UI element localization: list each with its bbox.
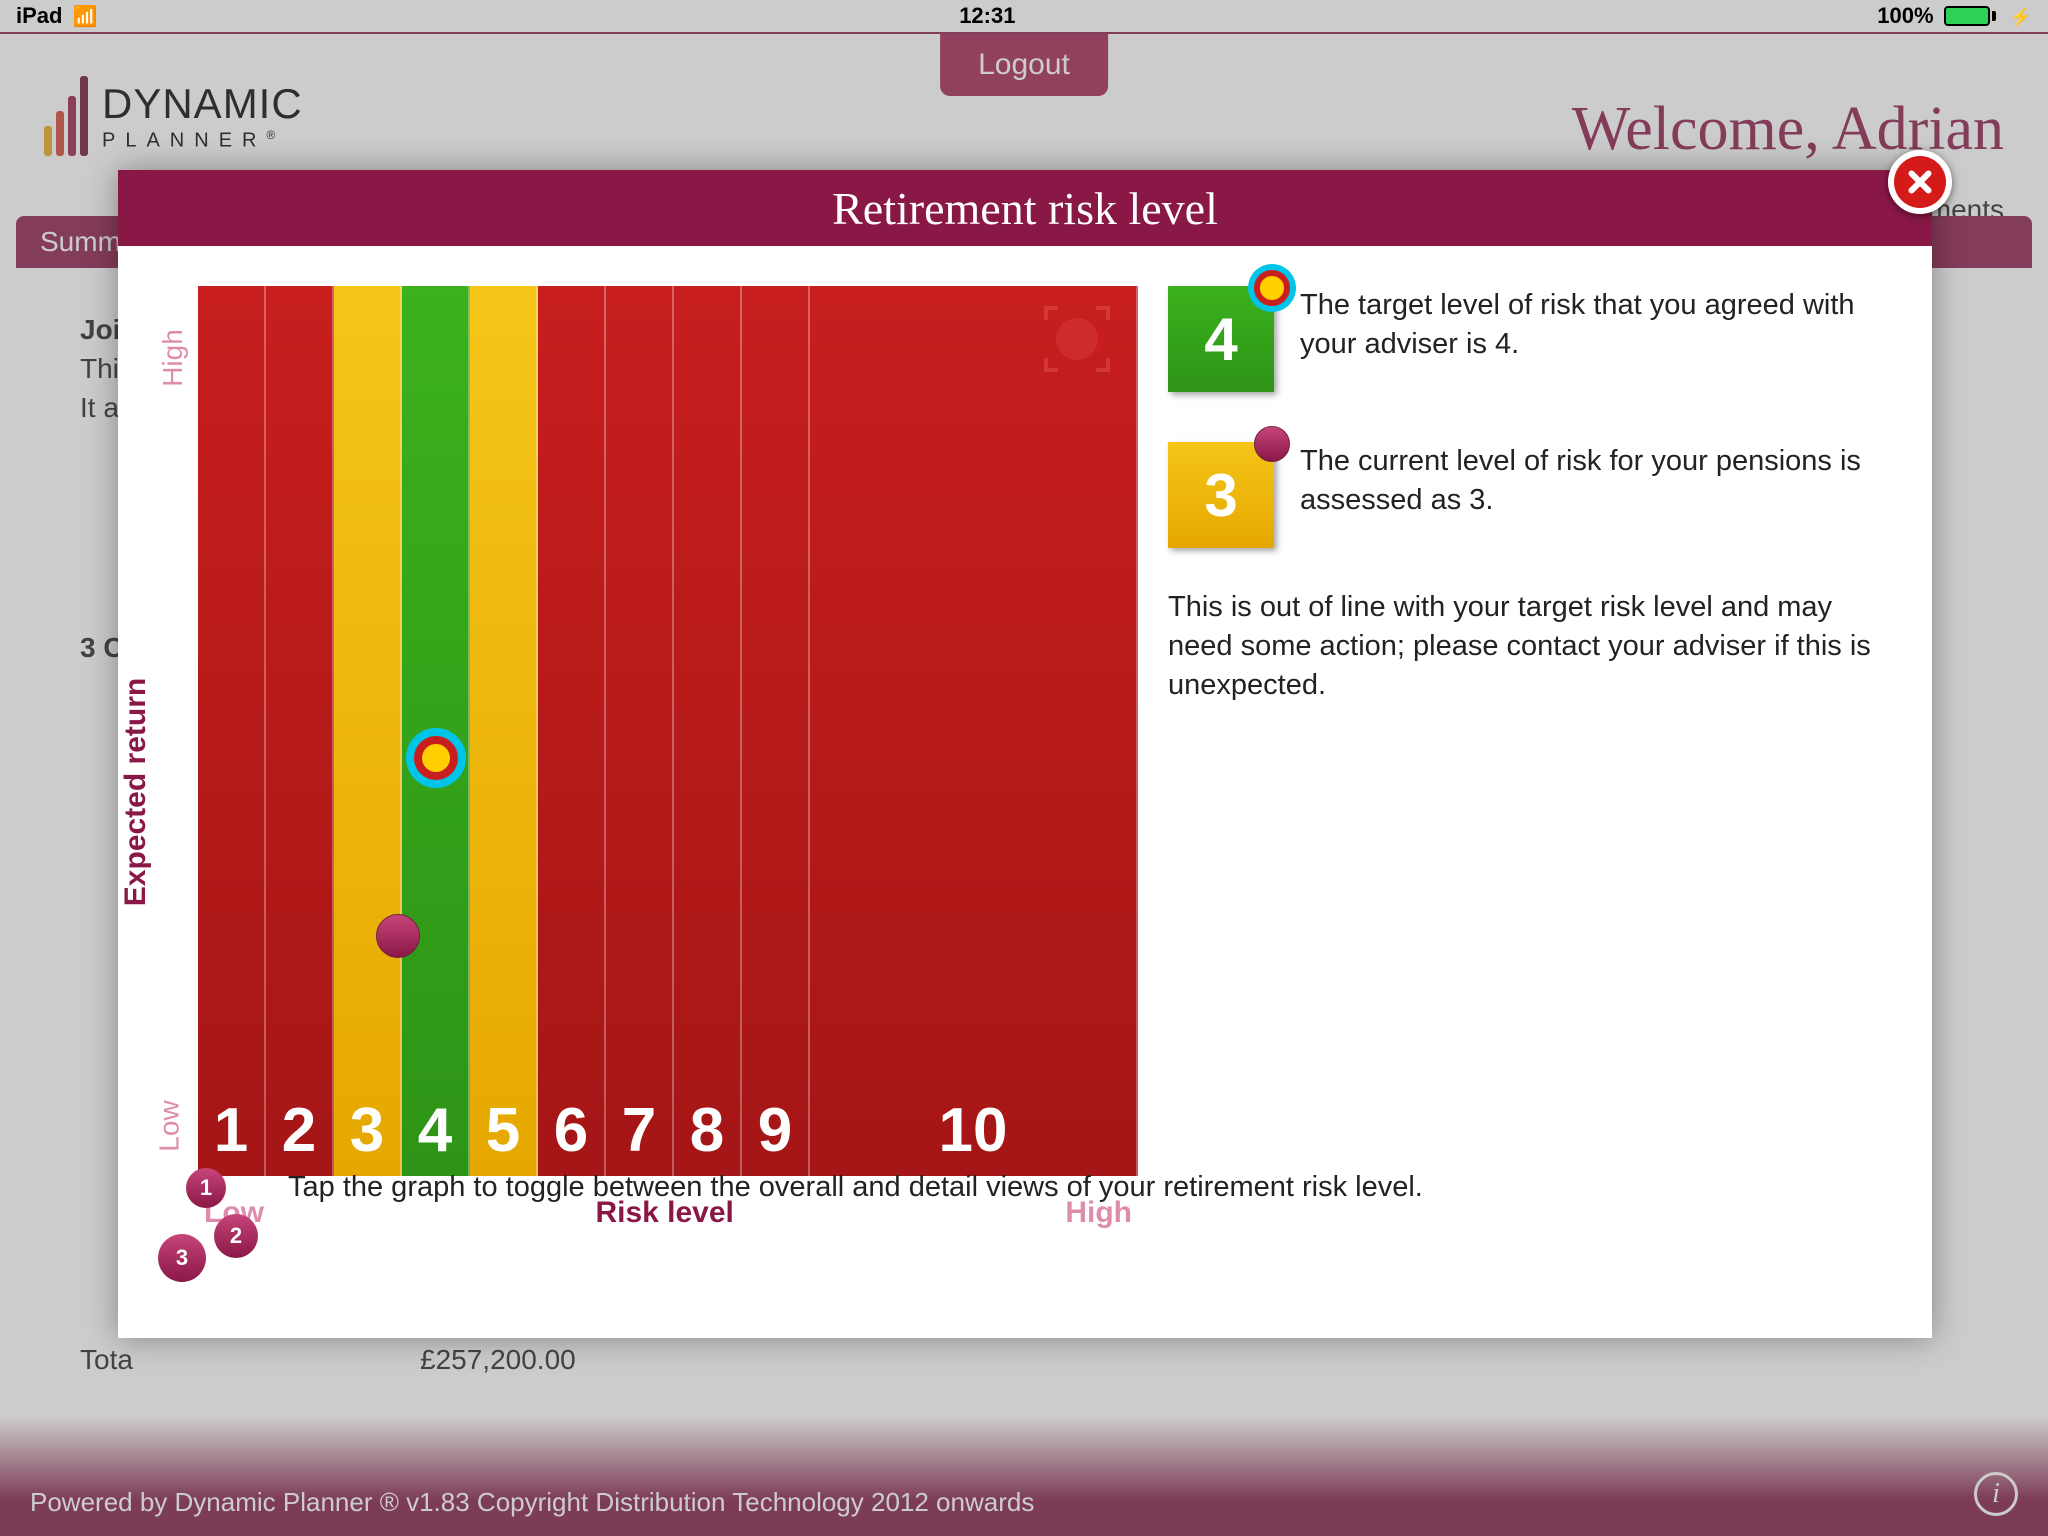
logo-bars-icon: [44, 76, 88, 156]
target-level-badge: 4: [1168, 286, 1274, 392]
current-badge-icon: [1254, 426, 1290, 462]
device-label: iPad: [16, 3, 62, 29]
risk-column-label: 1: [214, 1095, 248, 1166]
status-time: 12:31: [959, 3, 1015, 29]
battery-icon: [1944, 6, 1996, 26]
y-axis-high: High: [157, 329, 189, 387]
risk-column-5[interactable]: 5: [470, 286, 538, 1176]
tip-numbers-icon: 1 2 3: [148, 1168, 258, 1278]
target-marker[interactable]: [414, 736, 458, 780]
logout-button[interactable]: Logout: [940, 34, 1108, 96]
footer-text: Powered by Dynamic Planner ® v1.83 Copyr…: [30, 1487, 1034, 1518]
risk-column-label: 6: [554, 1095, 588, 1166]
y-axis-label: Expected return: [119, 678, 153, 906]
risk-column-2[interactable]: 2: [266, 286, 334, 1176]
risk-column-label: 8: [690, 1095, 724, 1166]
welcome-text: Welcome, Adrian: [1572, 94, 2004, 165]
risk-column-label: 3: [350, 1095, 384, 1166]
expand-icon[interactable]: [1044, 306, 1110, 372]
total-value: £257,200.00: [420, 1344, 576, 1376]
risk-column-label: 5: [486, 1095, 520, 1166]
risk-column-10[interactable]: 10: [810, 286, 1138, 1176]
app-logo: DYNAMIC PLANNER®: [44, 76, 303, 156]
wifi-icon: [72, 3, 97, 29]
info-panel: 4 The target level of risk that you agre…: [1138, 246, 1932, 1338]
modal-title: Retirement risk level: [118, 170, 1932, 246]
logo-text-2: PLANNER®: [102, 128, 303, 153]
info-icon[interactable]: i: [1974, 1472, 2018, 1516]
logo-text-1: DYNAMIC: [102, 80, 303, 128]
current-level-text: The current level of risk for your pensi…: [1300, 442, 1872, 520]
warning-text: This is out of line with your target ris…: [1168, 588, 1872, 705]
risk-column-6[interactable]: 6: [538, 286, 606, 1176]
risk-column-9[interactable]: 9: [742, 286, 810, 1176]
current-level-badge: 3: [1168, 442, 1274, 548]
y-axis-low: Low: [154, 1100, 186, 1151]
risk-column-1[interactable]: 1: [198, 286, 266, 1176]
current-marker[interactable]: [376, 914, 420, 958]
charging-icon: [2006, 3, 2032, 29]
retirement-risk-modal: Retirement risk level High Expected retu…: [118, 170, 1932, 1338]
risk-column-label: 4: [418, 1095, 452, 1166]
battery-percent: 100%: [1877, 3, 1933, 29]
risk-column-label: 10: [939, 1095, 1008, 1166]
risk-column-8[interactable]: 8: [674, 286, 742, 1176]
risk-column-3[interactable]: 3: [334, 286, 402, 1176]
tip-text: Tap the graph to toggle between the over…: [288, 1168, 1872, 1207]
target-badge-icon: [1254, 270, 1290, 306]
total-label: Tota: [80, 1344, 133, 1375]
close-button[interactable]: [1888, 150, 1952, 214]
close-icon: [1894, 156, 1946, 208]
risk-column-label: 9: [758, 1095, 792, 1166]
risk-column-7[interactable]: 7: [606, 286, 674, 1176]
risk-column-label: 7: [622, 1095, 656, 1166]
risk-column-4[interactable]: 4: [402, 286, 470, 1176]
risk-column-label: 2: [282, 1095, 316, 1166]
status-bar: iPad 12:31 100%: [0, 0, 2048, 32]
target-level-text: The target level of risk that you agreed…: [1300, 286, 1872, 364]
